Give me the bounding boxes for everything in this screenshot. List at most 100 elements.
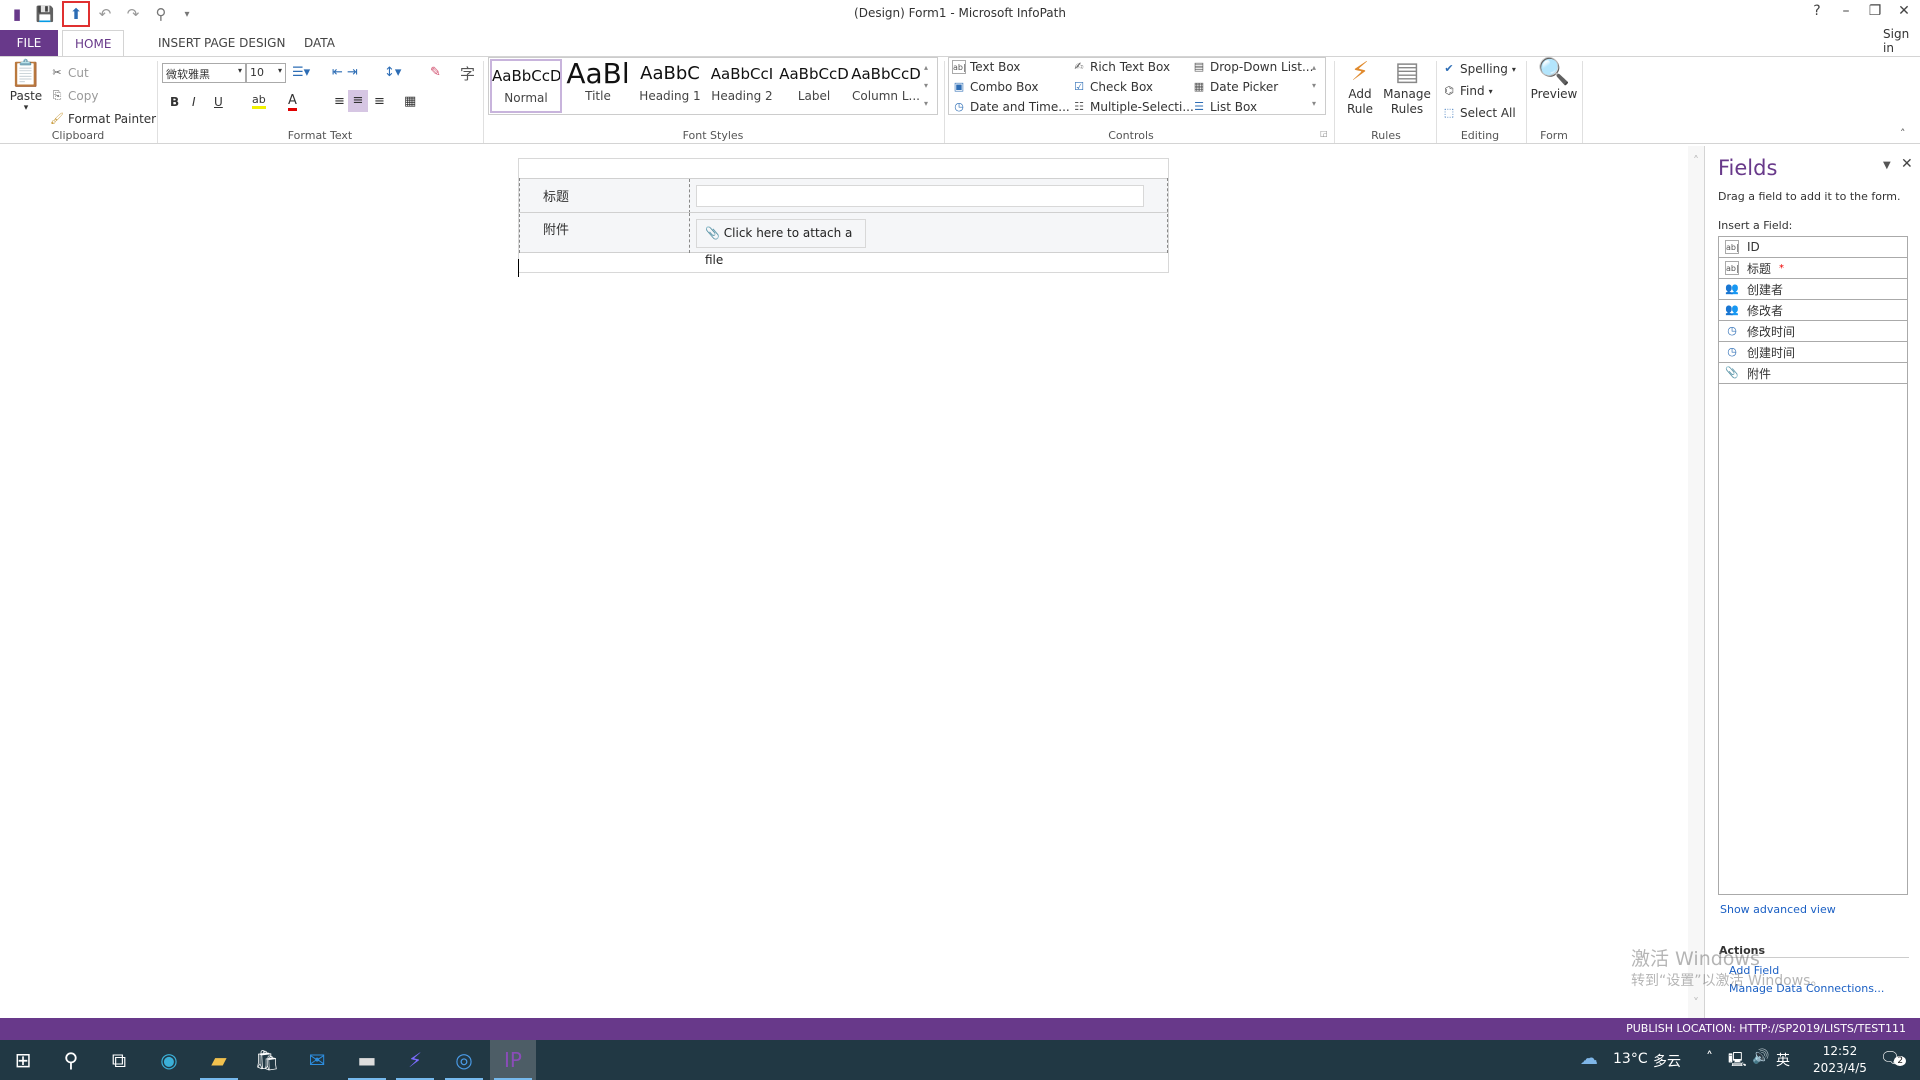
collapse-ribbon-icon[interactable]: ˄ — [1900, 127, 1906, 140]
weather-icon[interactable]: ☁ — [1580, 1048, 1598, 1069]
control-drop-down-list[interactable]: ▤ Drop-Down List... — [1192, 57, 1314, 77]
paste-button[interactable]: 📋 Paste ▾ — [8, 59, 44, 113]
field-item-creator[interactable]: 👥 创建者 — [1719, 279, 1907, 300]
ime-indicator[interactable]: 英 — [1776, 1050, 1790, 1070]
weather-temp[interactable]: 13°C — [1613, 1051, 1648, 1067]
font-size-select[interactable]: 10 ▾ — [246, 63, 286, 83]
control-date-picker[interactable]: ▦ Date Picker — [1192, 77, 1278, 97]
highlight-icon[interactable]: ab — [252, 93, 266, 109]
style-heading-2[interactable]: AaBbCcI Heading 2 — [706, 59, 778, 109]
style-title[interactable]: AaBl Title — [562, 59, 634, 109]
volume-icon[interactable]: 🔊 — [1752, 1049, 1769, 1065]
form-canvas: 标题 附件 📎 Click here to attach a file — [518, 158, 1169, 277]
tab-file[interactable]: FILE — [0, 30, 58, 56]
pane-options-icon[interactable]: ▼ — [1883, 160, 1891, 171]
preview-button[interactable]: 🔍 Preview — [1530, 57, 1578, 101]
sign-in-link[interactable]: Sign in — [1883, 27, 1920, 55]
underline-button[interactable]: U — [214, 95, 223, 109]
add-rule-button[interactable]: ⚡ Add Rule — [1340, 57, 1380, 117]
network-icon[interactable]: 🖳 — [1728, 1049, 1747, 1073]
notifications-icon[interactable]: 🗨2 — [1880, 1048, 1907, 1067]
style-normal[interactable]: AaBbCcD Normal — [490, 59, 562, 113]
people-icon: 👥 — [1725, 303, 1739, 316]
format-painter-button[interactable]: 🖌 Format Painter — [50, 109, 156, 129]
task-view-icon[interactable]: ⧉ — [96, 1040, 142, 1080]
control-text-box[interactable]: ab| Text Box — [952, 57, 1020, 77]
tab-page-design[interactable]: PAGE DESIGN — [192, 30, 297, 56]
file-explorer-icon[interactable]: ▰ — [196, 1040, 242, 1080]
window-title: (Design) Form1 - Microsoft InfoPath — [854, 6, 1066, 20]
indent-icons[interactable]: ⇤ ⇥ — [332, 65, 358, 80]
control-date-time[interactable]: ◷ Date and Time... — [952, 97, 1070, 117]
control-rich-text-box[interactable]: ✍ Rich Text Box — [1072, 57, 1170, 77]
control-list-box[interactable]: ☰ List Box — [1192, 97, 1257, 117]
restore-button[interactable]: ❐ — [1861, 3, 1889, 19]
binoculars-icon: ⌬ — [1444, 84, 1454, 97]
start-icon[interactable]: ⊞ — [0, 1040, 46, 1080]
edge-icon[interactable]: ◉ — [146, 1040, 192, 1080]
field-item-title[interactable]: ab| 标题 * — [1719, 258, 1907, 279]
control-check-box[interactable]: ☑ Check Box — [1072, 77, 1153, 97]
clear-formatting-icon[interactable]: ✎ — [430, 65, 441, 80]
multi-select-icon: ☷ — [1074, 100, 1084, 113]
spelling-button[interactable]: ✔ Spelling ▾ — [1442, 59, 1515, 79]
rich-text-icon: ✍ — [1074, 60, 1084, 73]
activation-watermark: 激活 Windows — [1631, 948, 1760, 970]
font-color-icon[interactable]: A — [288, 93, 297, 111]
cut-button[interactable]: ✂ Cut — [50, 63, 88, 83]
align-left-icon[interactable]: ≡ — [334, 94, 345, 109]
control-multiple-selection[interactable]: ☷ Multiple-Selecti... — [1072, 97, 1194, 117]
style-column[interactable]: AaBbCcD Column L... — [850, 59, 922, 109]
mail-icon[interactable]: ✉ — [294, 1040, 340, 1080]
tab-home[interactable]: HOME — [62, 30, 125, 57]
people-icon: 👥 — [1725, 282, 1739, 295]
list-box-icon: ☰ — [1194, 100, 1204, 113]
store-icon[interactable]: 🛍 — [244, 1040, 290, 1080]
close-button[interactable]: ✕ — [1890, 3, 1918, 19]
align-center-icon[interactable]: ≡ — [348, 90, 368, 112]
borders-icon[interactable]: ▦ — [404, 94, 416, 109]
field-list[interactable]: ab| ID ab| 标题 * 👥 创建者 👥 修改者 ◷ 修改时间 ◷ 创建时间 📎 附件 — [1718, 236, 1908, 895]
power-automate-icon[interactable]: ⚡ — [392, 1040, 438, 1080]
field-item-created[interactable]: ◷ 创建时间 — [1719, 342, 1907, 363]
pane-close-icon[interactable]: ✕ — [1901, 156, 1913, 172]
italic-button[interactable]: I — [192, 95, 196, 109]
style-heading-1[interactable]: AaBbC Heading 1 — [634, 59, 706, 109]
select-all-button[interactable]: ⬚ Select All — [1442, 103, 1516, 123]
title-input[interactable] — [696, 185, 1144, 207]
help-button[interactable]: ? — [1803, 3, 1831, 19]
align-right-icon[interactable]: ≡ — [374, 94, 385, 109]
tab-data[interactable]: DATA — [292, 30, 347, 56]
manage-rules-button[interactable]: ▤ Manage Rules — [1382, 57, 1432, 117]
field-item-modified[interactable]: ◷ 修改时间 — [1719, 321, 1907, 342]
required-marker: * — [1779, 262, 1785, 274]
terminal-icon[interactable]: ▬ — [344, 1040, 390, 1080]
field-item-attachments[interactable]: 📎 附件 — [1719, 363, 1907, 384]
form-row-title: 标题 — [519, 178, 1168, 213]
vertical-scrollbar[interactable]: ˄ ˅ — [1688, 146, 1704, 1018]
attach-file-button[interactable]: 📎 Click here to attach a file — [696, 219, 866, 267]
style-label[interactable]: AaBbCcD Label — [778, 59, 850, 109]
bold-button[interactable]: B — [170, 95, 179, 109]
field-label: 附件 — [543, 223, 570, 238]
chrome-icon[interactable]: ◎ — [441, 1040, 487, 1080]
search-icon[interactable]: ⚲ — [48, 1040, 94, 1080]
minimize-button[interactable]: – — [1832, 3, 1860, 19]
gallery-scroll[interactable]: ▴ ▾ ▾ — [924, 59, 928, 113]
field-item-id[interactable]: ab| ID — [1719, 237, 1907, 258]
show-advanced-view-link[interactable]: Show advanced view — [1720, 903, 1836, 916]
find-button[interactable]: ⌬ Find ▾ — [1442, 81, 1492, 101]
control-combo-box[interactable]: ▣ Combo Box — [952, 77, 1039, 97]
controls-scroll[interactable]: ▴ ▾ ▾ — [1312, 59, 1316, 113]
controls-dialog-launcher-icon[interactable]: ◲ — [1320, 129, 1328, 138]
show-hidden-icons[interactable]: ˄ — [1706, 1050, 1713, 1066]
font-name-select[interactable]: 微软雅黑 ▾ — [162, 63, 246, 83]
weather-desc[interactable]: 多云 — [1653, 1051, 1681, 1071]
infopath-taskbar-icon[interactable]: IP — [490, 1040, 536, 1080]
line-spacing-icon[interactable]: ↕▾ — [384, 65, 401, 80]
bullets-icon[interactable]: ☰▾ — [292, 65, 310, 80]
clock[interactable]: 12:52 2023/4/5 — [1804, 1043, 1876, 1077]
asian-layout-icon[interactable]: 字 — [460, 63, 475, 84]
field-item-modifier[interactable]: 👥 修改者 — [1719, 300, 1907, 321]
copy-button[interactable]: ⎘ Copy — [50, 86, 99, 106]
